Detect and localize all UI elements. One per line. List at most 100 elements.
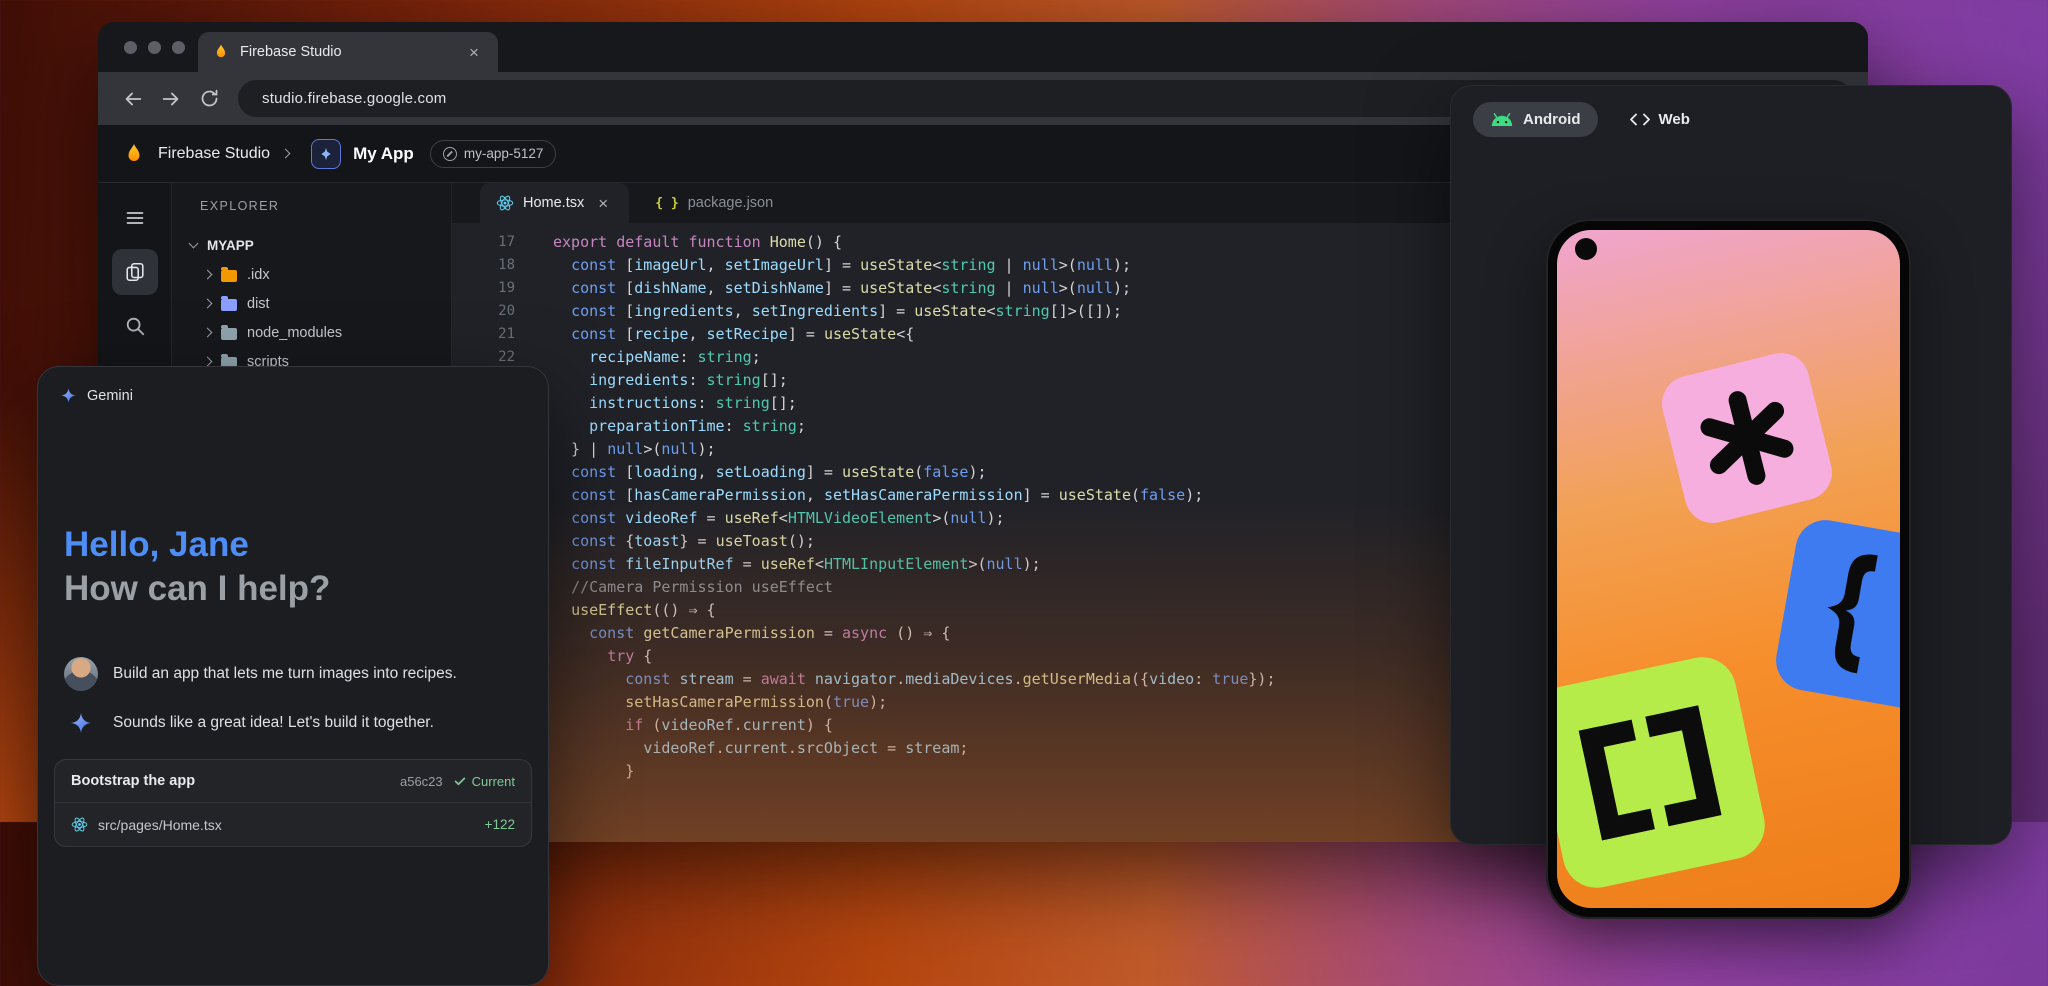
code-text: export default function Home() { (515, 231, 842, 254)
react-icon (496, 194, 514, 212)
blue-tile (1771, 515, 1900, 714)
json-braces-icon: { } (655, 196, 678, 211)
explorer-title: EXPLORER (172, 199, 451, 213)
android-icon (1490, 112, 1514, 127)
user-avatar (64, 657, 98, 691)
forward-icon (160, 88, 182, 110)
code-text: const getCameraPermission = async () ⇒ { (515, 622, 950, 645)
firebase-logo-icon (122, 142, 146, 166)
editor-tab-home-tsx[interactable]: Home.tsx (480, 183, 629, 223)
code-text: const [ingredients, setIngredients] = us… (515, 300, 1122, 323)
app-id-badge[interactable]: my-app-5127 (430, 140, 557, 168)
menu-button[interactable] (112, 195, 158, 241)
phone-mockup (1546, 219, 1911, 919)
tree-item--idx[interactable]: .idx (172, 260, 451, 289)
code-text: setHasCameraPermission(true); (515, 691, 887, 714)
code-text: const [recipe, setRecipe] = useState<{ (515, 323, 914, 346)
tree-root-label: MYAPP (207, 238, 254, 253)
code-text: const {toast} = useToast(); (515, 530, 815, 553)
task-title: Bootstrap the app (71, 773, 390, 789)
gemini-sparkle-icon (69, 711, 93, 735)
commit-hash: a56c23 (400, 774, 443, 789)
code-brackets-icon (1630, 113, 1650, 126)
window-minimize-button[interactable] (148, 41, 161, 54)
brand-title: Firebase Studio (158, 145, 270, 163)
line-number: 21 (452, 323, 515, 346)
line-number: 19 (452, 277, 515, 300)
android-toggle-button[interactable]: Android (1473, 102, 1598, 137)
app-name: My App (353, 144, 414, 164)
assistant-message-row: Sounds like a great idea! Let's build it… (64, 711, 528, 735)
tab-close-icon[interactable] (464, 42, 484, 62)
tree-item-label: dist (247, 296, 270, 312)
breadcrumb-chevron-icon (281, 149, 291, 159)
user-message-text: Build an app that lets me turn images in… (113, 665, 457, 683)
tree-items: .idxdistnode_modulesscripts (172, 260, 451, 376)
check-icon (453, 774, 467, 788)
user-message-row: Build an app that lets me turn images in… (64, 657, 528, 691)
asterisk-icon (1686, 377, 1807, 498)
tree-item-label: .idx (247, 267, 270, 283)
editor-tab-package-json[interactable]: { } package.json (639, 183, 789, 223)
editor-tab-label: Home.tsx (523, 195, 584, 211)
tree-item-node-modules[interactable]: node_modules (172, 318, 451, 347)
back-icon (122, 88, 144, 110)
changed-file-row[interactable]: src/pages/Home.tsx +122 (55, 802, 531, 846)
pink-tile (1656, 347, 1838, 529)
gemini-title: Gemini (87, 388, 133, 404)
android-label: Android (1523, 111, 1581, 128)
browser-tab[interactable]: Firebase Studio (198, 32, 498, 72)
tree-item-dist[interactable]: dist (172, 289, 451, 318)
task-card: Bootstrap the app a56c23 Current src/pag… (54, 759, 532, 847)
diff-count: +122 (485, 817, 515, 832)
line-number: 18 (452, 254, 515, 277)
curly-brace-icon (1809, 547, 1885, 675)
camera-punch-hole (1575, 238, 1597, 260)
code-text: ingredients: string[]; (515, 369, 788, 392)
search-icon (124, 315, 146, 337)
code-text: preparationTime: string; (515, 415, 806, 438)
greeting-line2: How can I help? (64, 567, 330, 611)
file-path: src/pages/Home.tsx (98, 817, 475, 833)
app-icon (311, 139, 341, 169)
code-text: const [loading, setLoading] = useState(f… (515, 461, 987, 484)
tree-root-myapp[interactable]: MYAPP (172, 233, 451, 260)
forward-button[interactable] (152, 80, 190, 118)
chevron-right-icon (203, 357, 213, 367)
code-text: videoRef.current.srcObject = stream; (515, 737, 968, 760)
gemini-greeting: Hello, Jane How can I help? (64, 523, 330, 612)
gemini-panel: Gemini Hello, Jane How can I help? Build… (37, 366, 549, 986)
code-text: const stream = await navigator.mediaDevi… (515, 668, 1276, 691)
window-controls[interactable] (124, 41, 185, 54)
folder-icon (221, 270, 237, 282)
tab-close-icon[interactable] (593, 193, 613, 213)
browser-tab-strip: Firebase Studio (98, 22, 1868, 72)
gemini-sparkle-icon (60, 387, 77, 404)
hamburger-icon (125, 208, 145, 228)
web-label: Web (1659, 111, 1690, 128)
web-toggle-button[interactable]: Web (1624, 102, 1696, 137)
window-maximize-button[interactable] (172, 41, 185, 54)
gemini-header: Gemini (60, 387, 133, 404)
back-button[interactable] (114, 80, 152, 118)
search-button[interactable] (112, 303, 158, 349)
status-text: Current (472, 774, 515, 789)
code-text: const [dishName, setDishName] = useState… (515, 277, 1131, 300)
code-text: instructions: string[]; (515, 392, 797, 415)
line-number: 20 (452, 300, 515, 323)
code-text: const videoRef = useRef<HTMLVideoElement… (515, 507, 1005, 530)
react-icon (71, 816, 88, 833)
explorer-button[interactable] (112, 249, 158, 295)
folder-icon (221, 299, 237, 311)
code-text: const [hasCameraPermission, setHasCamera… (515, 484, 1203, 507)
reload-button[interactable] (190, 80, 228, 118)
editor-tab-label: package.json (688, 195, 773, 211)
browser-tab-title: Firebase Studio (240, 44, 454, 60)
code-text: recipeName: string; (515, 346, 761, 369)
green-tile (1557, 651, 1771, 894)
chevron-right-icon (203, 328, 213, 338)
task-card-header[interactable]: Bootstrap the app a56c23 Current (55, 760, 531, 802)
firebase-favicon (212, 43, 230, 61)
assistant-message-text: Sounds like a great idea! Let's build it… (113, 714, 434, 732)
window-close-button[interactable] (124, 41, 137, 54)
